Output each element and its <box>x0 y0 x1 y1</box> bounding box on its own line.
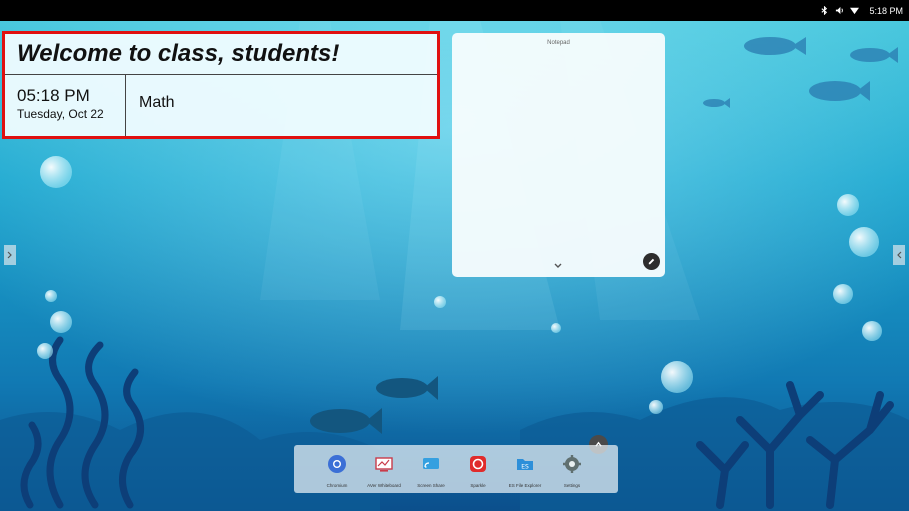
dock-app-chromium[interactable]: Chromium <box>314 453 360 488</box>
dock-app-es-file-explorer[interactable]: ES ES File Explorer <box>502 453 548 488</box>
wifi-icon <box>850 7 860 15</box>
welcome-title: Welcome to class, students! <box>17 40 340 67</box>
dock-app-label: AVer Whiteboard <box>367 483 401 488</box>
svg-text:ES: ES <box>521 464 529 471</box>
chromium-icon <box>328 455 346 473</box>
right-edge-arrow[interactable] <box>893 245 905 265</box>
chevron-right-icon <box>7 251 12 259</box>
dock-app-label: Screen Share <box>417 483 445 488</box>
chevron-left-icon <box>897 251 902 259</box>
dock-app-aver-whiteboard[interactable]: AVer Whiteboard <box>361 453 407 488</box>
status-time: 5:18 PM <box>869 5 903 16</box>
notepad-widget[interactable]: Notepad <box>452 33 665 277</box>
dock-app-label: Settings <box>563 483 581 488</box>
left-edge-arrow[interactable] <box>4 245 16 265</box>
class-subject: Math <box>139 94 175 111</box>
clock-date: Tuesday, Oct 22 <box>17 107 104 121</box>
welcome-widget[interactable]: Welcome to class, students! 05:18 PM Tue… <box>2 31 440 139</box>
dock-app-label: Chromium <box>326 483 348 488</box>
pen-button[interactable] <box>643 253 660 270</box>
dock-app-screen-share[interactable]: Screen Share <box>408 453 454 488</box>
dock-app-settings[interactable]: Settings <box>549 453 595 488</box>
chevron-down-icon[interactable] <box>553 262 563 270</box>
screen-share-icon <box>423 458 439 469</box>
divider <box>5 74 437 75</box>
gear-icon <box>563 455 581 473</box>
pen-icon <box>648 258 655 265</box>
dock-app-label: ES File Explorer <box>508 483 542 488</box>
app-dock: Chromium AVer Whiteboard Screen Share Sp… <box>294 445 618 493</box>
dock-app-sparkle[interactable]: Sparkle <box>455 453 501 488</box>
sparkle-icon <box>470 456 486 472</box>
volume-icon <box>836 6 844 15</box>
divider <box>125 75 126 136</box>
dock-app-label: Sparkle <box>470 483 486 488</box>
clock-time: 05:18 PM <box>17 86 90 105</box>
status-bar: 5:18 PM <box>0 0 909 21</box>
folder-icon: ES <box>517 459 533 471</box>
whiteboard-icon <box>375 457 393 472</box>
notepad-title: Notepad <box>547 40 570 46</box>
bluetooth-icon <box>821 6 828 15</box>
